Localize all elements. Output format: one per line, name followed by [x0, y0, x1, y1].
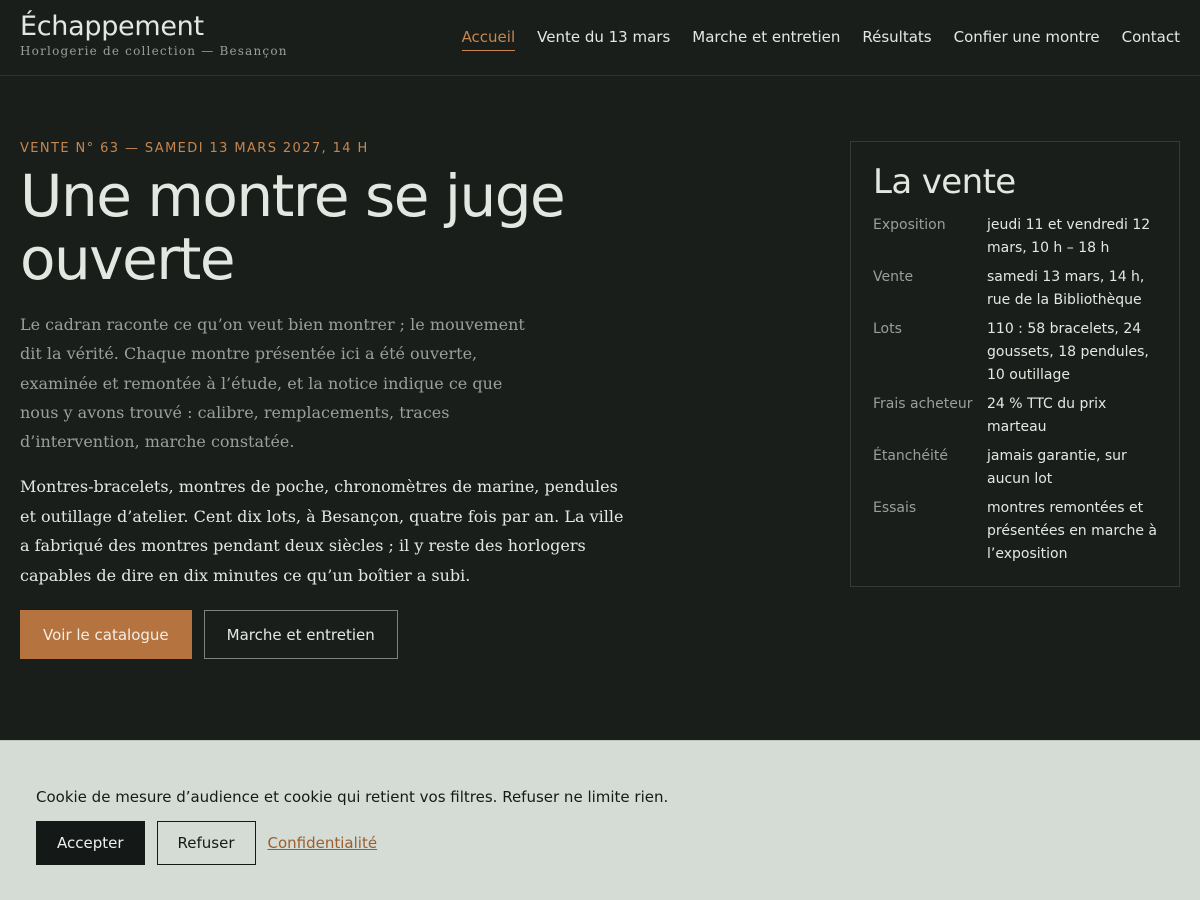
nav-item-accueil[interactable]: Accueil — [461, 27, 516, 51]
detail-row: Étanchéité jamais garantie, sur aucun lo… — [873, 445, 1157, 491]
hero-lead: Le cadran raconte ce qu’on veut bien mon… — [20, 315, 525, 452]
detail-label: Lots — [873, 321, 902, 337]
nav-item-resultats[interactable]: Résultats — [862, 27, 931, 51]
nav-item-confier[interactable]: Confier une montre — [954, 27, 1100, 51]
sale-eyebrow: Vente n° 63 — samedi 13 mars 2027, 14 h — [20, 141, 369, 156]
cookie-refuse-button[interactable]: Refuser — [156, 821, 256, 865]
main-nav: Accueil Vente du 13 mars Marche et entre… — [461, 0, 1180, 51]
marche-entretien-button[interactable]: Marche et entretien — [203, 610, 398, 660]
brand-tagline: Horlogerie de collection — Besançon — [20, 44, 288, 58]
detail-label: Vente — [873, 269, 914, 285]
nav-item-marche[interactable]: Marche et entretien — [692, 27, 840, 51]
nav-item-vente[interactable]: Vente du 13 mars — [537, 27, 670, 51]
hero-body: Montres-bracelets, montres de poche, chr… — [20, 477, 624, 585]
catalogue-button[interactable]: Voir le catalogue — [20, 610, 192, 660]
detail-label: Essais — [873, 500, 917, 516]
sale-panel-title: La vente — [873, 162, 1016, 202]
sale-info-panel: La vente Exposition jeudi 11 et vendredi… — [850, 141, 1180, 587]
site-header: Échappement Horlogerie de collection — B… — [0, 0, 1200, 76]
detail-value: 110 : 58 bracelets, 24 goussets, 18 pend… — [987, 321, 1149, 383]
detail-row: Essais montres remontées et présentées e… — [873, 497, 1157, 566]
brand[interactable]: Échappement Horlogerie de collection — B… — [20, 0, 288, 58]
detail-row: Frais acheteur 24 % TTC du prix marteau — [873, 393, 1157, 439]
detail-label: Étanchéité — [873, 448, 948, 464]
detail-value: 24 % TTC du prix marteau — [987, 396, 1107, 435]
nav-item-contact[interactable]: Contact — [1122, 27, 1180, 51]
detail-value: montres remontées et présentées en march… — [987, 500, 1158, 562]
detail-value: jeudi 11 et vendredi 12 mars, 10 h – 18 … — [987, 217, 1151, 256]
detail-value: samedi 13 mars, 14 h, rue de la Biblioth… — [987, 269, 1145, 308]
sale-details: Exposition jeudi 11 et vendredi 12 mars,… — [873, 214, 1157, 566]
detail-row: Lots 110 : 58 bracelets, 24 goussets, 18… — [873, 318, 1157, 387]
hero-actions: Voir le catalogue Marche et entretien — [20, 610, 630, 660]
detail-value: jamais garantie, sur aucun lot — [987, 448, 1127, 487]
page-title: Une montre se juge ouverte — [20, 162, 566, 293]
detail-label: Frais acheteur — [873, 396, 973, 412]
detail-row: Exposition jeudi 11 et vendredi 12 mars,… — [873, 214, 1157, 260]
cookie-actions: Accepter Refuser Confidentialité — [36, 821, 1164, 865]
hero: Vente n° 63 — samedi 13 mars 2027, 14 h … — [20, 141, 630, 660]
detail-row: Vente samedi 13 mars, 14 h, rue de la Bi… — [873, 266, 1157, 312]
cookie-text: Cookie de mesure d’audience et cookie qu… — [36, 788, 669, 806]
privacy-link[interactable]: Confidentialité — [268, 834, 378, 852]
brand-name: Échappement — [20, 11, 204, 42]
cookie-accept-button[interactable]: Accepter — [36, 821, 145, 865]
cookie-banner: Cookie de mesure d’audience et cookie qu… — [0, 740, 1200, 900]
detail-label: Exposition — [873, 217, 946, 233]
